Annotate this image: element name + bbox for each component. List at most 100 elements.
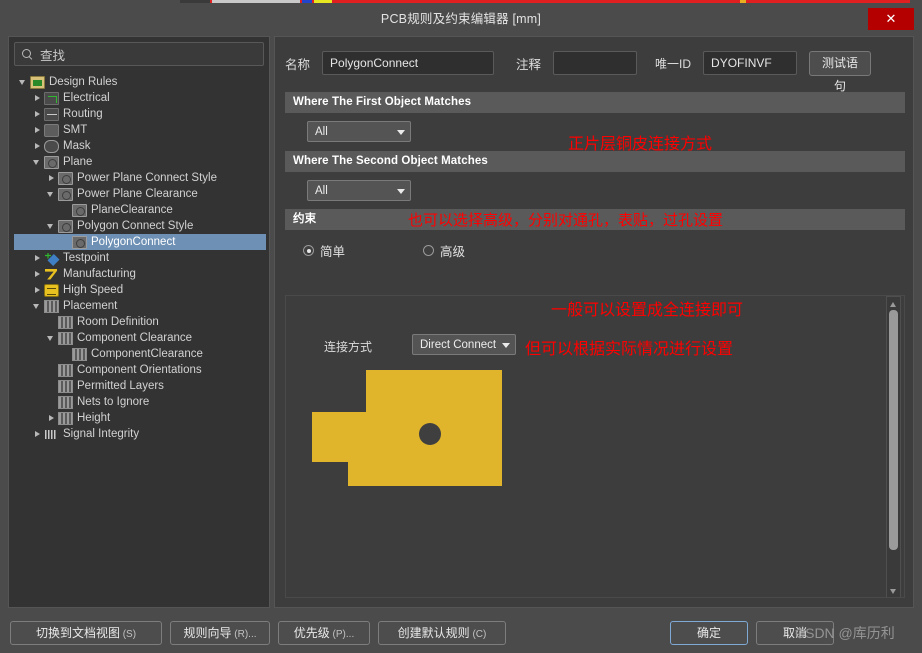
footer-button-6[interactable]: 取消 — [756, 621, 834, 645]
tree-closed-arrow-icon[interactable] — [32, 90, 44, 106]
footer-button-1[interactable]: 切换到文档视图 (S) — [10, 621, 162, 645]
mask-icon — [44, 139, 59, 153]
tree-item-label: Mask — [63, 140, 91, 152]
plane-icon — [58, 219, 73, 233]
tree-item-placement[interactable]: Placement — [14, 298, 266, 314]
simple-mode-label: 简单 — [320, 245, 346, 259]
tree-open-arrow-icon[interactable] — [46, 330, 58, 346]
tree-item-label: Component Orientations — [77, 364, 202, 376]
search-input-value: 查找 — [40, 48, 66, 63]
first-object-section-header: Where The First Object Matches — [285, 92, 905, 113]
tree-item-label: SMT — [63, 124, 88, 136]
footer-button-5[interactable]: 确定 — [670, 621, 748, 645]
tree-item-component-clearance[interactable]: Component Clearance — [14, 330, 266, 346]
second-object-scope-value: All — [315, 184, 328, 197]
tree-item-nets-to-ignore[interactable]: Nets to Ignore — [14, 394, 266, 410]
comment-input[interactable] — [553, 51, 638, 75]
tree-item-label: PlaneClearance — [91, 204, 173, 216]
tree-item-smt[interactable]: SMT — [14, 122, 266, 138]
tree-item-mask[interactable]: Mask — [14, 138, 266, 154]
close-icon[interactable]: ✕ — [868, 8, 914, 30]
tree-open-arrow-icon[interactable] — [46, 186, 58, 202]
radio-dot-icon — [303, 245, 314, 256]
first-object-scope-dropdown[interactable]: All — [307, 121, 411, 142]
tree-item-design-rules[interactable]: Design Rules — [14, 74, 266, 90]
tree-item-planeclearance[interactable]: PlaneClearance — [14, 202, 266, 218]
footer-button-2[interactable]: 规则向导 (R)... — [170, 621, 270, 645]
constraint-scrollbar[interactable] — [886, 296, 901, 597]
tree-item-plane[interactable]: Plane — [14, 154, 266, 170]
second-object-section-header: Where The Second Object Matches — [285, 151, 905, 172]
chevron-down-icon — [394, 122, 410, 141]
footer-button-4[interactable]: 创建默认规则 (C) — [378, 621, 506, 645]
plane-icon — [72, 235, 87, 249]
tree-item-component-orientations[interactable]: Component Orientations — [14, 362, 266, 378]
tree-item-permitted-layers[interactable]: Permitted Layers — [14, 378, 266, 394]
footer-button-3[interactable]: 优先级 (P)... — [278, 621, 370, 645]
placement-icon — [58, 315, 73, 329]
tree-item-label: Placement — [63, 300, 118, 312]
tree-closed-arrow-icon[interactable] — [32, 266, 44, 282]
tree-closed-arrow-icon[interactable] — [32, 282, 44, 298]
scroll-up-arrow-icon[interactable] — [887, 298, 900, 310]
tree-item-signal-integrity[interactable]: Signal Integrity — [14, 426, 266, 442]
tree-item-testpoint[interactable]: Testpoint — [14, 250, 266, 266]
tree-item-manufacturing[interactable]: Manufacturing — [14, 266, 266, 282]
tree-open-arrow-icon[interactable] — [32, 154, 44, 170]
smt-icon — [44, 123, 59, 137]
plane-icon — [72, 203, 87, 217]
tree-item-label: Polygon Connect Style — [77, 220, 194, 232]
scroll-down-arrow-icon[interactable] — [887, 585, 900, 597]
tree-closed-arrow-icon[interactable] — [46, 170, 58, 186]
advanced-mode-radio[interactable]: 高级 — [423, 241, 465, 260]
tree-closed-arrow-icon[interactable] — [46, 410, 58, 426]
tree-open-arrow-icon[interactable] — [32, 298, 44, 314]
rules-tree-panel: 查找 Design Rules Electrical Routing SMT Mask P… — [8, 36, 270, 608]
testpoint-icon — [44, 252, 59, 265]
search-input[interactable]: 查找 — [14, 42, 264, 66]
second-object-scope-dropdown[interactable]: All — [307, 180, 411, 201]
tree-item-label: Permitted Layers — [77, 380, 164, 392]
tree-item-label: Plane — [63, 156, 93, 168]
tree-item-label: Manufacturing — [63, 268, 136, 280]
rules-tree[interactable]: Design Rules Electrical Routing SMT Mask Plan… — [14, 71, 266, 603]
tree-item-routing[interactable]: Routing — [14, 106, 266, 122]
tree-item-polygonconnect[interactable]: PolygonConnect — [14, 234, 266, 250]
simple-mode-radio[interactable]: 简单 — [303, 241, 345, 260]
tree-item-power-plane-clearance[interactable]: Power Plane Clearance — [14, 186, 266, 202]
footer-button-label: 规则向导 — [183, 626, 232, 640]
tree-item-polygon-connect-style[interactable]: Polygon Connect Style — [14, 218, 266, 234]
tree-closed-arrow-icon[interactable] — [32, 138, 44, 154]
tree-item-power-plane-connect-style[interactable]: Power Plane Connect Style — [14, 170, 266, 186]
footer-button-label: 确定 — [696, 626, 721, 640]
tree-open-arrow-icon[interactable] — [46, 218, 58, 234]
tree-item-componentclearance[interactable]: ComponentClearance — [14, 346, 266, 362]
tree-item-label: Component Clearance — [77, 332, 193, 344]
tree-item-electrical[interactable]: Electrical — [14, 90, 266, 106]
tree-closed-arrow-icon[interactable] — [32, 122, 44, 138]
tree-item-room-definition[interactable]: Room Definition — [14, 314, 266, 330]
tree-closed-arrow-icon[interactable] — [32, 106, 44, 122]
tree-item-label: Testpoint — [63, 252, 110, 264]
unique-id-input[interactable]: DYOFINVF — [703, 51, 798, 75]
manufacturing-icon — [44, 268, 59, 281]
tree-closed-arrow-icon[interactable] — [32, 426, 44, 442]
connect-style-value: Direct Connect — [420, 338, 497, 351]
electrical-icon — [44, 91, 59, 105]
footer-button-label: 创建默认规则 — [397, 626, 470, 640]
tree-item-label: Power Plane Connect Style — [77, 172, 217, 184]
rule-name-input[interactable]: PolygonConnect — [322, 51, 495, 75]
tree-open-arrow-icon[interactable] — [18, 74, 30, 90]
connect-style-dropdown[interactable]: Direct Connect — [412, 334, 516, 355]
tree-item-high-speed[interactable]: High Speed — [14, 282, 266, 298]
scrollbar-thumb[interactable] — [889, 310, 898, 550]
polygon-connect-preview — [312, 370, 502, 486]
tree-item-height[interactable]: Height — [14, 410, 266, 426]
test-statement-button[interactable]: 测试语句 — [809, 50, 872, 93]
tree-item-label: High Speed — [63, 284, 124, 296]
footer-button-mnemonic: (R)... — [231, 629, 257, 640]
tree-closed-arrow-icon[interactable] — [32, 250, 44, 266]
